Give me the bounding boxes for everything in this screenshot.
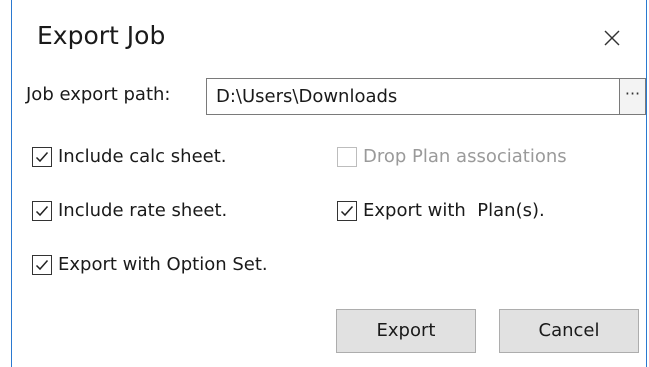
close-button[interactable] (592, 18, 632, 58)
checkmark-icon (35, 259, 49, 270)
include-calc-sheet-checkbox[interactable]: Include calc sheet. (32, 146, 227, 167)
export-button[interactable]: Export (336, 309, 476, 353)
close-icon (592, 18, 632, 58)
export-job-dialog: Export Job Job export path: D:\Users\Dow… (11, 0, 647, 367)
export-with-plans-label: Export with Plan(s). (363, 200, 545, 221)
cancel-button[interactable]: Cancel (499, 309, 639, 353)
checkbox-box[interactable] (32, 146, 52, 167)
include-rate-sheet-checkbox[interactable]: Include rate sheet. (32, 200, 227, 221)
include-calc-sheet-label: Include calc sheet. (58, 146, 227, 167)
browse-button[interactable]: ··· (620, 78, 646, 115)
export-with-option-set-label: Export with Option Set. (58, 254, 268, 275)
drop-plan-associations-checkbox: Drop Plan associations (337, 146, 567, 167)
checkbox-box[interactable] (337, 200, 357, 221)
export-with-plans-checkbox[interactable]: Export with Plan(s). (337, 200, 545, 221)
export-with-option-set-checkbox[interactable]: Export with Option Set. (32, 254, 268, 275)
checkmark-icon (340, 205, 354, 216)
checkbox-box[interactable] (32, 200, 52, 221)
drop-plan-associations-label: Drop Plan associations (363, 146, 567, 167)
dialog-title: Export Job (37, 21, 166, 50)
include-rate-sheet-label: Include rate sheet. (58, 200, 228, 221)
job-export-path-input[interactable]: D:\Users\Downloads (206, 78, 620, 115)
checkmark-icon (35, 151, 49, 162)
job-export-path-label: Job export path: (26, 84, 171, 105)
checkbox-box[interactable] (32, 254, 52, 275)
checkmark-icon (35, 205, 49, 216)
checkbox-box (337, 146, 357, 167)
